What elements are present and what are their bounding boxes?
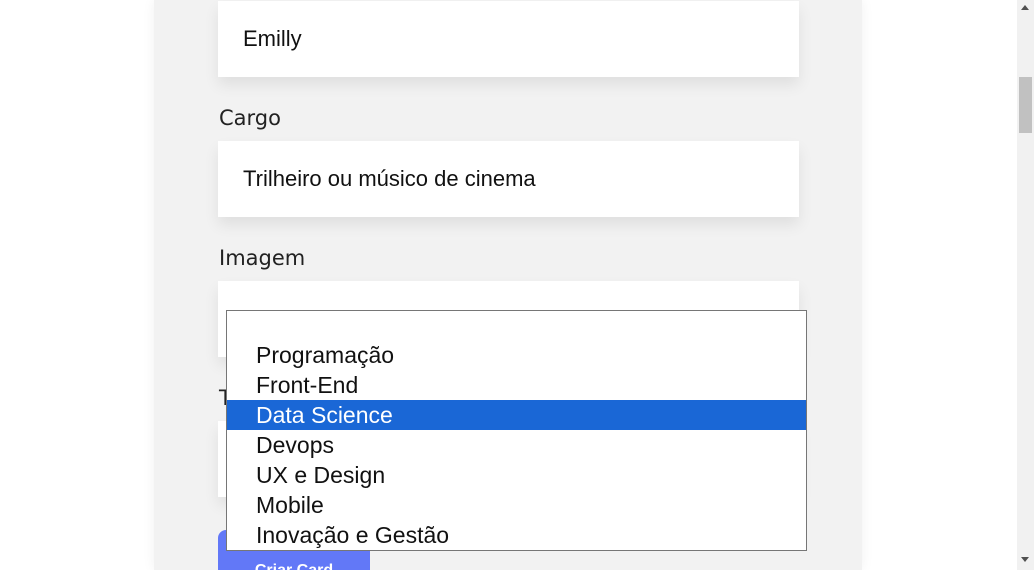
cargo-input-value: Trilheiro ou músico de cinema xyxy=(243,166,536,191)
scroll-down-arrow-icon[interactable] xyxy=(1021,557,1029,562)
dropdown-option[interactable]: Programação xyxy=(227,340,806,370)
dropdown-option[interactable]: Front-End xyxy=(227,370,806,400)
cargo-label: Cargo xyxy=(219,106,281,130)
dropdown-option[interactable]: Mobile xyxy=(227,490,806,520)
dropdown-option[interactable]: UX e Design xyxy=(227,460,806,490)
submit-button-label: Criar Card xyxy=(255,562,333,570)
scroll-thumb[interactable] xyxy=(1019,77,1032,133)
imagem-label: Imagem xyxy=(219,246,306,270)
dropdown-option[interactable]: Inovação e Gestão xyxy=(227,520,806,550)
scroll-up-arrow-icon[interactable] xyxy=(1021,5,1029,10)
name-input[interactable]: Emilly xyxy=(218,1,799,77)
time-dropdown-list[interactable]: Programação Front-End Data Science Devops UX… xyxy=(226,310,807,551)
cargo-input[interactable]: Trilheiro ou músico de cinema xyxy=(218,141,799,217)
page: Emilly Cargo Trilheiro ou músico de cine… xyxy=(0,0,1034,570)
name-input-value: Emilly xyxy=(243,26,302,51)
page-scrollbar[interactable] xyxy=(1017,0,1034,570)
dropdown-option[interactable]: Data Science xyxy=(227,400,806,430)
dropdown-option[interactable]: Devops xyxy=(227,430,806,460)
